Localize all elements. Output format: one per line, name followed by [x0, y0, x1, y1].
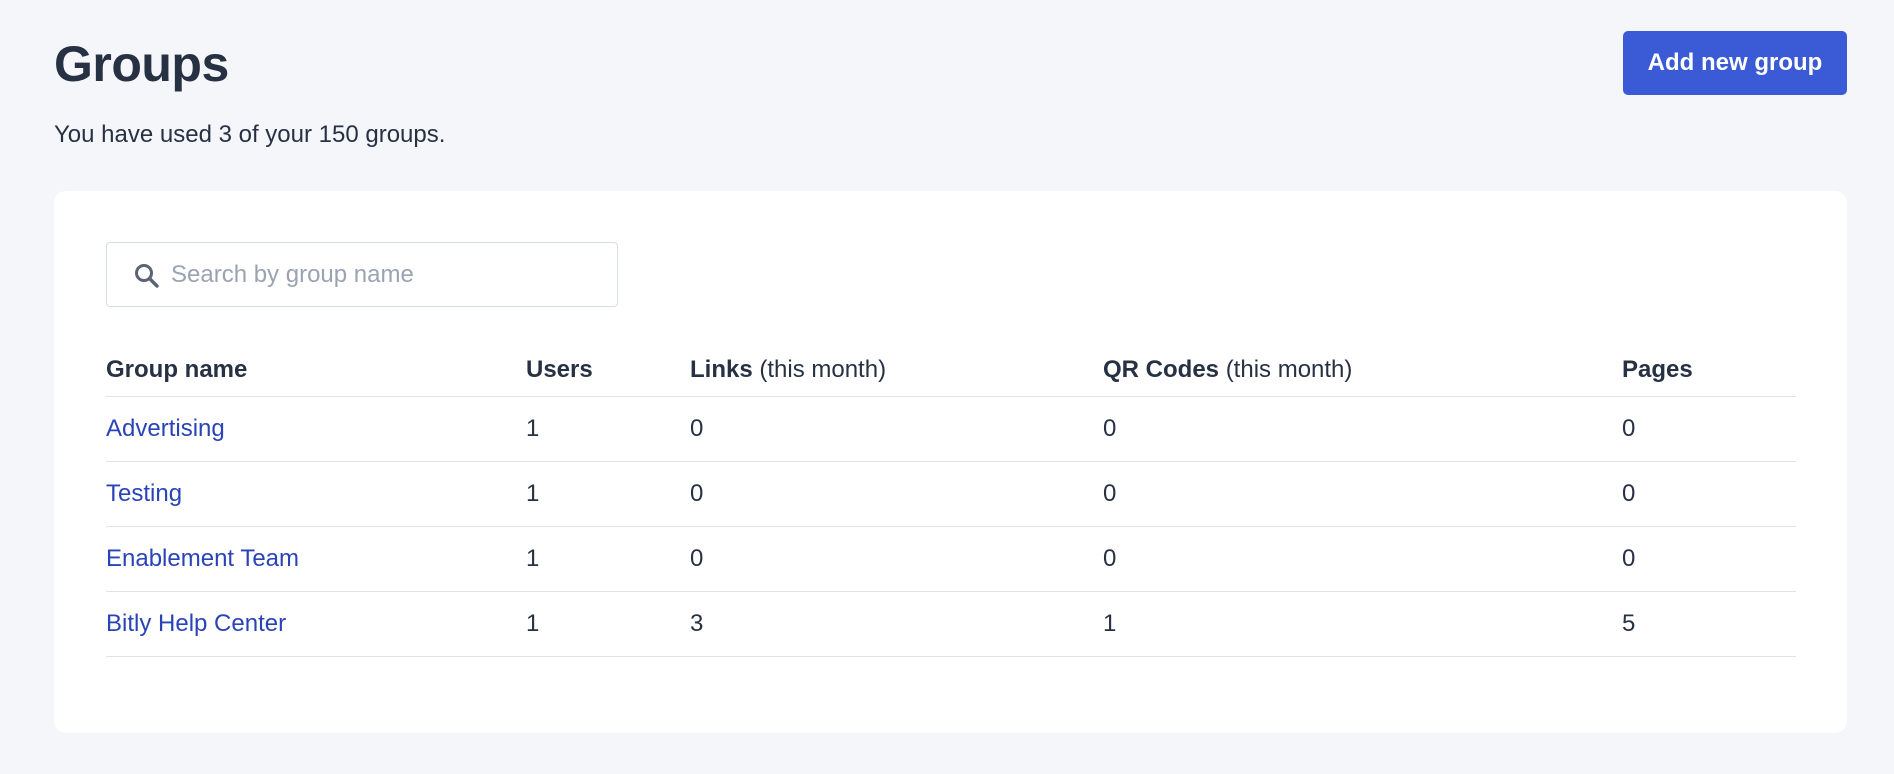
- group-link-bitly-help-center[interactable]: Bitly Help Center: [106, 610, 286, 637]
- cell-users: 1: [526, 461, 690, 527]
- group-link-advertising[interactable]: Advertising: [106, 415, 225, 442]
- page-title: Groups: [54, 36, 229, 92]
- table-row: Advertising 1 0 0 0: [106, 396, 1796, 462]
- cell-qr-codes: 0: [1103, 461, 1622, 527]
- cell-users: 1: [526, 396, 690, 462]
- add-new-group-button[interactable]: Add new group: [1623, 31, 1847, 95]
- column-header-links: Links (this month): [690, 344, 1103, 397]
- table-header-row: Group name Users Links (this month) QR C…: [106, 344, 1796, 397]
- search-icon: [135, 264, 159, 288]
- group-usage-text: You have used 3 of your 150 groups.: [54, 121, 446, 148]
- column-header-group-name: Group name: [106, 344, 526, 397]
- cell-qr-codes: 0: [1103, 526, 1622, 592]
- cell-group-name: Bitly Help Center: [106, 591, 526, 657]
- cell-users: 1: [526, 526, 690, 592]
- column-header-users: Users: [526, 344, 690, 397]
- column-header-pages: Pages: [1622, 344, 1796, 397]
- cell-pages: 0: [1622, 461, 1796, 527]
- group-link-enablement-team[interactable]: Enablement Team: [106, 545, 299, 572]
- search-input[interactable]: [171, 243, 611, 306]
- cell-qr-codes: 1: [1103, 591, 1622, 657]
- cell-group-name: Testing: [106, 461, 526, 527]
- column-header-qr-codes: QR Codes (this month): [1103, 344, 1622, 397]
- group-link-testing[interactable]: Testing: [106, 480, 182, 507]
- table-row: Enablement Team 1 0 0 0: [106, 526, 1796, 592]
- cell-links: 0: [690, 461, 1103, 527]
- groups-table: Group name Users Links (this month) QR C…: [106, 344, 1796, 657]
- cell-pages: 0: [1622, 526, 1796, 592]
- cell-pages: 0: [1622, 396, 1796, 462]
- cell-links: 0: [690, 396, 1103, 462]
- groups-card: Group name Users Links (this month) QR C…: [54, 191, 1847, 733]
- cell-links: 0: [690, 526, 1103, 592]
- cell-group-name: Advertising: [106, 396, 526, 462]
- cell-pages: 5: [1622, 591, 1796, 657]
- search-box[interactable]: [106, 242, 618, 307]
- cell-qr-codes: 0: [1103, 396, 1622, 462]
- cell-group-name: Enablement Team: [106, 526, 526, 592]
- cell-users: 1: [526, 591, 690, 657]
- table-row: Testing 1 0 0 0: [106, 461, 1796, 527]
- table-row: Bitly Help Center 1 3 1 5: [106, 591, 1796, 657]
- cell-links: 3: [690, 591, 1103, 657]
